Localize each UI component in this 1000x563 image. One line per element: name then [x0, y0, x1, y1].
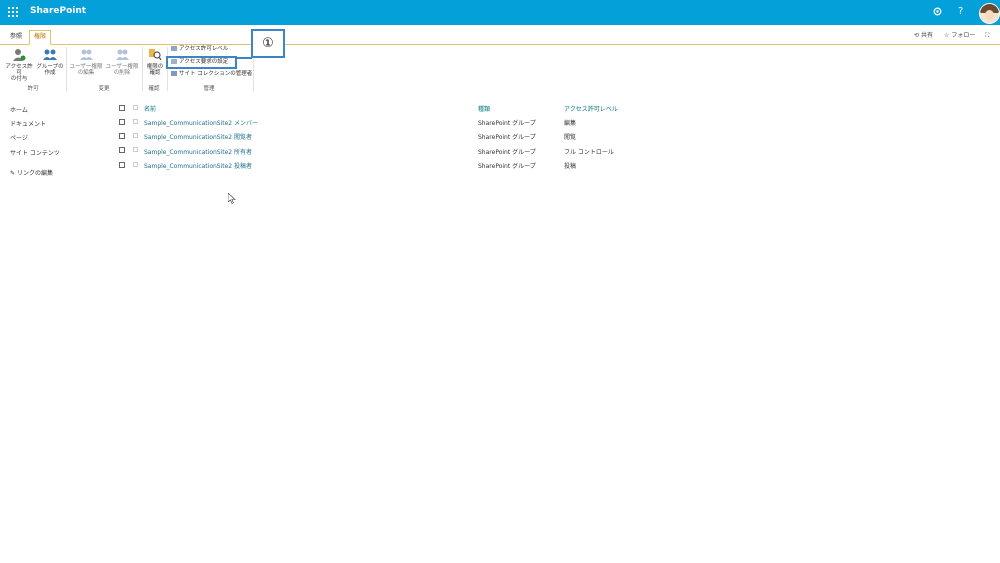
users-edit-icon: [80, 49, 93, 60]
site-collection-admins-button[interactable]: サイト コレクションの管理者: [171, 71, 252, 78]
row-checkbox[interactable]: [119, 162, 125, 168]
row-checkbox[interactable]: [119, 147, 125, 153]
row-type: SharePoint グループ: [478, 120, 536, 127]
magnifier-icon: [149, 49, 162, 61]
permission-level-icon: [171, 46, 177, 51]
site-admin-icon: [171, 71, 177, 76]
column-header-type[interactable]: 種類: [478, 104, 490, 113]
brand-title[interactable]: SharePoint: [30, 6, 86, 16]
ribbon-group-check: 確認: [148, 86, 160, 92]
nav-site-contents[interactable]: サイト コンテンツ: [10, 148, 60, 157]
row-icon: [133, 162, 138, 167]
row-name-link[interactable]: Sample_CommunicationSite2 メンバー: [144, 118, 258, 127]
tab-browse[interactable]: 参照: [6, 31, 26, 43]
share-icon: ⟲: [914, 32, 920, 39]
row-level: 閲覧: [564, 134, 577, 141]
user-add-icon: [13, 49, 26, 61]
row-level: 編集: [564, 120, 577, 127]
help-icon[interactable]: ?: [958, 6, 963, 18]
row-level: 投稿: [564, 163, 577, 170]
app-launcher-icon[interactable]: [8, 7, 18, 17]
suite-bar: [0, 0, 1000, 25]
row-type: SharePoint グループ: [478, 149, 536, 156]
row-name-link[interactable]: Sample_CommunicationSite2 所有者: [144, 147, 252, 156]
row-name-link[interactable]: Sample_CommunicationSite2 投稿者: [144, 161, 252, 170]
callout-marker: ①: [251, 29, 285, 58]
ribbon-group-grant: 許可: [27, 86, 39, 92]
row-level: フル コントロール: [564, 149, 614, 156]
row-checkbox[interactable]: [119, 133, 125, 139]
permission-levels-button[interactable]: アクセス許可レベル: [171, 46, 228, 53]
focus-icon[interactable]: ⛶: [985, 31, 989, 41]
row-type: SharePoint グループ: [478, 163, 536, 170]
type-icon: [133, 105, 138, 110]
ribbon-separator: [142, 47, 143, 91]
column-header-name[interactable]: 名前: [144, 104, 156, 113]
users-remove-icon: [116, 49, 129, 60]
edit-user-permissions-button[interactable]: ユーザー権限 の編集: [68, 48, 104, 76]
gear-icon[interactable]: [932, 6, 943, 21]
check-permissions-button[interactable]: 権限の 確認: [145, 48, 165, 76]
row-type: SharePoint グループ: [478, 134, 536, 141]
mouse-cursor-icon: [228, 193, 236, 204]
star-icon: ☆: [944, 32, 950, 39]
avatar[interactable]: [979, 3, 1000, 24]
nav-home[interactable]: ホーム: [10, 105, 28, 114]
ribbon-tab-bar: [0, 29, 1000, 45]
row-icon: [133, 133, 138, 138]
nav-documents[interactable]: ドキュメント: [10, 119, 46, 128]
row-icon: [133, 147, 138, 152]
ribbon-group-modify: 変更: [98, 86, 110, 92]
grant-permissions-button[interactable]: アクセス許可 の付与: [3, 48, 35, 82]
column-header-permission-level[interactable]: アクセス許可レベル: [564, 104, 618, 113]
share-link[interactable]: ⟲ 共有: [914, 31, 933, 41]
remove-user-permissions-button[interactable]: ユーザー権限 の削除: [104, 48, 140, 76]
row-icon: [133, 119, 138, 124]
tab-permissions[interactable]: 権限: [29, 30, 52, 45]
edit-links[interactable]: ✎ リンクの編集: [10, 168, 53, 177]
callout-connector: [236, 57, 252, 59]
pencil-icon: ✎: [10, 170, 16, 177]
ribbon-separator: [167, 47, 168, 91]
select-all-checkbox[interactable]: [119, 105, 125, 111]
ribbon-separator: [66, 47, 67, 91]
ribbon-group-manage: 管理: [203, 86, 215, 92]
create-group-button[interactable]: グループの 作成: [36, 48, 64, 76]
follow-link[interactable]: ☆ フォロー: [944, 31, 975, 41]
group-icon: [43, 49, 57, 60]
row-checkbox[interactable]: [119, 119, 125, 125]
row-name-link[interactable]: Sample_CommunicationSite2 閲覧者: [144, 132, 252, 141]
highlight-box: [166, 56, 237, 69]
nav-pages[interactable]: ページ: [10, 133, 28, 142]
